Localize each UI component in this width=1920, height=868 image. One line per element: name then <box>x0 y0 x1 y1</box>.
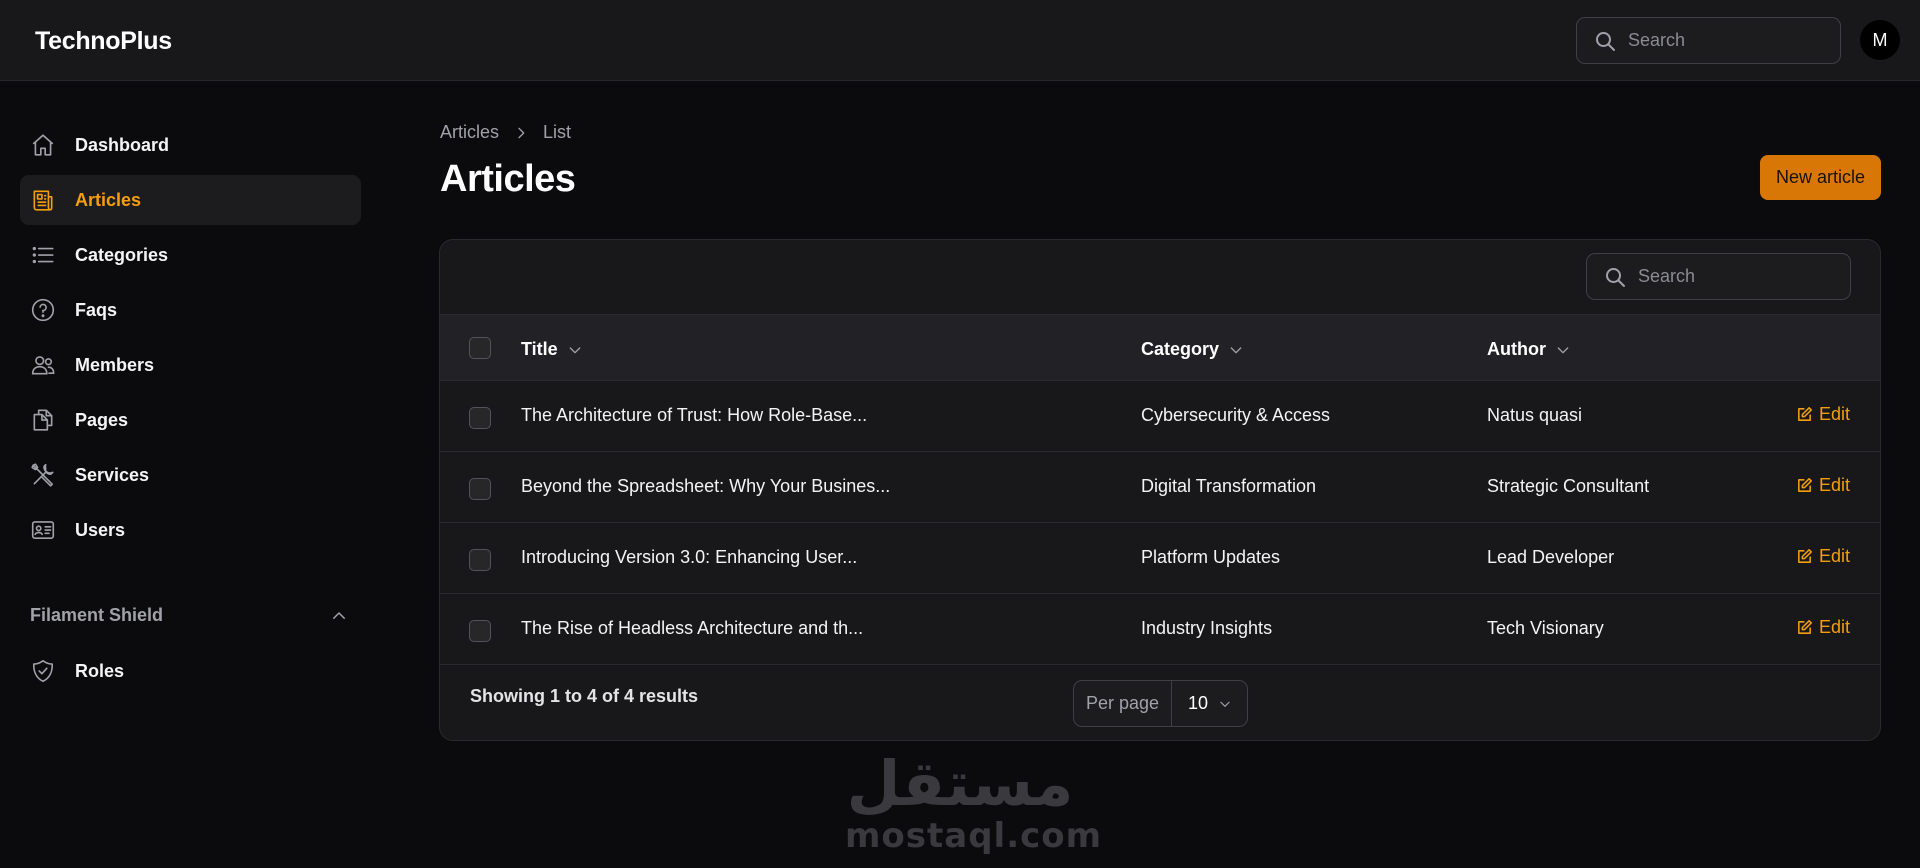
edit-button[interactable]: Edit <box>1796 546 1850 567</box>
row-checkbox[interactable] <box>469 549 491 571</box>
sidebar-item-label: Dashboard <box>75 134 170 155</box>
sidebar-item-dashboard[interactable]: Dashboard <box>20 120 361 170</box>
shield-check-icon <box>32 659 54 683</box>
sidebar-item-label: Services <box>75 464 150 485</box>
column-header-label: Title <box>521 339 558 359</box>
question-circle-icon <box>31 298 55 322</box>
cell-author: Strategic Consultant <box>1487 476 1650 496</box>
pencil-square-icon <box>1798 619 1813 634</box>
watermark-latin: mostaql.com <box>845 816 1103 856</box>
pagination-summary: Showing 1 to 4 of 4 results <box>470 686 699 706</box>
sidebar-item-label: Users <box>75 519 126 540</box>
new-article-button[interactable]: New article <box>1760 155 1881 200</box>
cell-author: Tech Visionary <box>1487 618 1604 638</box>
breadcrumb: Articles List <box>440 122 571 143</box>
cell-title[interactable]: Beyond the Spreadsheet: Why Your Busines… <box>521 476 890 497</box>
chevron-down-icon <box>569 346 581 353</box>
sidebar-item-members[interactable]: Members <box>20 340 361 390</box>
per-page-value: 10 <box>1188 693 1209 713</box>
newspaper-icon <box>33 190 53 211</box>
cell-category: Industry Insights <box>1141 618 1273 638</box>
pencil-square-icon <box>1798 477 1813 492</box>
row-checkbox[interactable] <box>469 478 491 500</box>
pencil-square-icon <box>1798 406 1813 421</box>
cell-category: Platform Updates <box>1141 547 1281 567</box>
sidebar-item-categories[interactable]: Categories <box>20 230 361 280</box>
page-title: Articles <box>440 158 576 200</box>
cell-author: Lead Developer <box>1487 547 1615 567</box>
sidebar-item-label: Roles <box>75 660 125 681</box>
brand-logo[interactable]: TechnoPlus <box>35 27 172 56</box>
cell-title[interactable]: The Rise of Headless Architecture and th… <box>521 618 863 639</box>
global-search-input[interactable] <box>1628 30 1808 51</box>
row-checkbox[interactable] <box>469 407 491 429</box>
column-header-author[interactable]: Author <box>1487 339 1571 360</box>
search-icon <box>1606 267 1625 287</box>
sidebar: Dashboard Articles Categories Faqs Membe… <box>0 82 370 868</box>
cell-title[interactable]: The Architecture of Trust: How Role-Base… <box>521 405 867 426</box>
edit-button[interactable]: Edit <box>1796 404 1850 425</box>
chevron-right-icon <box>518 127 525 138</box>
sidebar-item-label: Categories <box>75 244 169 265</box>
edit-label: Edit <box>1819 404 1851 424</box>
table-row: Introducing Version 3.0: Enhancing User.… <box>440 523 1880 594</box>
table-search-input[interactable] <box>1638 266 1818 287</box>
sidebar-item-roles[interactable]: Roles <box>20 646 361 696</box>
sidebar-item-label: Pages <box>75 409 129 430</box>
search-icon <box>1596 31 1615 51</box>
edit-label: Edit <box>1819 617 1851 637</box>
sidebar-item-label: Articles <box>75 189 142 210</box>
nav-group-label[interactable]: Filament Shield <box>30 605 163 626</box>
user-avatar[interactable]: M <box>1860 20 1900 60</box>
edit-label: Edit <box>1819 546 1851 566</box>
row-checkbox[interactable] <box>469 620 491 642</box>
cell-category: Digital Transformation <box>1141 476 1317 496</box>
column-header-label: Category <box>1141 339 1220 359</box>
sidebar-item-pages[interactable]: Pages <box>20 395 361 445</box>
edit-button[interactable]: Edit <box>1796 475 1850 496</box>
sidebar-item-services[interactable]: Services <box>20 450 361 500</box>
per-page-label: Per page <box>1074 681 1172 726</box>
per-page-control: Per page 10 <box>1073 680 1248 727</box>
identification-icon <box>31 521 55 539</box>
list-icon <box>32 246 54 264</box>
select-all-checkbox[interactable] <box>469 337 491 359</box>
sidebar-item-articles[interactable]: Articles <box>20 175 361 225</box>
chevron-down-icon <box>1220 701 1230 707</box>
column-header-category[interactable]: Category <box>1141 339 1244 360</box>
cell-title[interactable]: Introducing Version 3.0: Enhancing User.… <box>521 547 857 568</box>
table-search[interactable] <box>1586 253 1851 300</box>
column-header-label: Author <box>1487 339 1546 359</box>
home-icon <box>32 134 54 156</box>
watermark: مستقل mostaql.com <box>845 747 1103 857</box>
per-page-select[interactable]: 10 <box>1172 693 1247 714</box>
top-bar: TechnoPlus M <box>0 0 1920 81</box>
chevron-down-icon <box>1557 346 1569 353</box>
articles-table: Title Category Author The Architecture o… <box>439 239 1881 741</box>
watermark-arabic: مستقل <box>846 747 1074 820</box>
table-row: The Rise of Headless Architecture and th… <box>440 594 1880 665</box>
cell-author: Natus quasi <box>1487 405 1583 425</box>
chevron-up-icon[interactable] <box>330 607 348 625</box>
table-row: The Architecture of Trust: How Role-Base… <box>440 381 1880 452</box>
edit-label: Edit <box>1819 475 1851 495</box>
chevron-down-icon <box>1230 346 1242 353</box>
sidebar-item-users[interactable]: Users <box>20 505 361 555</box>
table-header: Title Category Author <box>440 314 1880 381</box>
sidebar-item-faqs[interactable]: Faqs <box>20 285 361 335</box>
sidebar-item-label: Faqs <box>75 299 118 320</box>
cell-category: Cybersecurity & Access <box>1141 405 1331 425</box>
column-header-title[interactable]: Title <box>521 339 583 360</box>
sidebar-item-label: Members <box>75 354 155 375</box>
table-row: Beyond the Spreadsheet: Why Your Busines… <box>440 452 1880 523</box>
edit-button[interactable]: Edit <box>1796 617 1850 638</box>
breadcrumb-list: List <box>543 122 572 142</box>
users-icon <box>31 356 55 375</box>
documents-icon <box>33 409 53 431</box>
breadcrumb-articles[interactable]: Articles <box>440 122 499 143</box>
pencil-square-icon <box>1798 548 1813 563</box>
global-search[interactable] <box>1576 17 1841 64</box>
wrench-screwdriver-icon <box>31 463 54 487</box>
